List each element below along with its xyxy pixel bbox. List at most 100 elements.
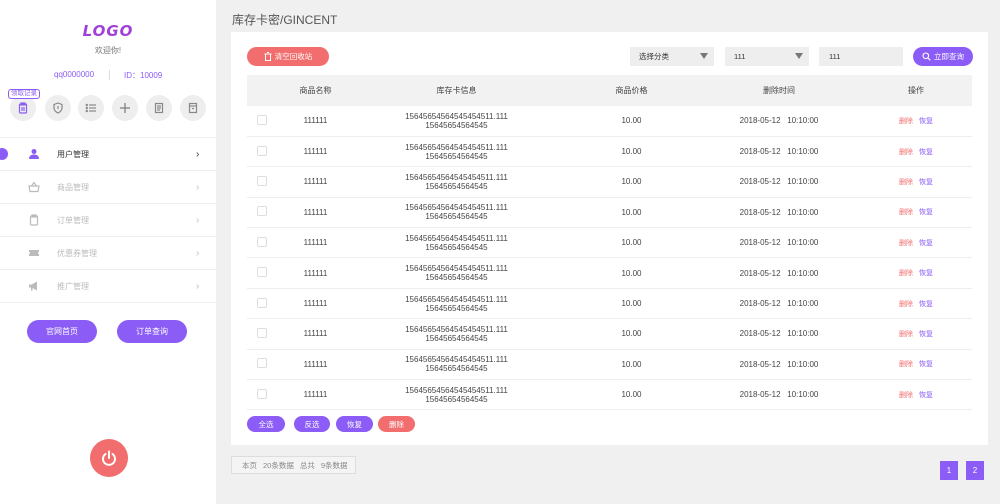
card-info: 15645654564545454511.111 15645654564545: [348, 106, 565, 136]
row-checkbox-cell: [247, 349, 283, 379]
row-delete-link[interactable]: 删除: [899, 331, 913, 338]
row-checkbox[interactable]: [257, 358, 267, 369]
row-checkbox[interactable]: [257, 175, 267, 186]
quick-icon-row: 领取记录: [8, 89, 208, 121]
row-recover-link[interactable]: 恢复: [919, 118, 933, 125]
row-actions: 删除 恢复: [860, 258, 972, 288]
page-button-2[interactable]: 2: [966, 461, 984, 480]
row-checkbox-cell: [247, 228, 283, 258]
table-row: 111111 15645654564545454511.111 1564565456…: [247, 167, 972, 198]
card-info-line: 15645654564545: [425, 151, 488, 161]
delete-time: 2018-05-12 10:10:00: [739, 268, 819, 278]
table-row: 111111 15645654564545454511.111 1564565456…: [247, 319, 972, 350]
row-recover-link[interactable]: 恢复: [919, 209, 933, 216]
row-delete-link[interactable]: 删除: [899, 392, 913, 399]
record-badge[interactable]: 领取记录: [8, 89, 40, 99]
category-select[interactable]: 选择分类: [630, 47, 714, 66]
row-actions: 删除 恢复: [860, 349, 972, 379]
sidebar-item-users[interactable]: 用户管理 ›: [0, 138, 216, 171]
quick-shield-button[interactable]: [45, 95, 71, 121]
quick-bookmark-button[interactable]: [180, 95, 206, 121]
home-button[interactable]: 官网首页: [27, 320, 97, 343]
row-delete-link[interactable]: 删除: [899, 149, 913, 156]
row-checkbox[interactable]: [257, 114, 267, 125]
row-delete-link[interactable]: 删除: [899, 240, 913, 247]
row-checkbox-cell: [247, 258, 283, 288]
secondary-select[interactable]: 111: [725, 47, 809, 66]
page-button-1[interactable]: 1: [940, 461, 958, 480]
page-title: 库存卡密/GINCENT: [232, 13, 338, 27]
invert-selection-button[interactable]: 反选: [294, 416, 330, 432]
row-checkbox[interactable]: [257, 206, 267, 217]
delete-time: 2018-05-12 10:10:00: [739, 238, 819, 248]
page-info: 本页 20条数据 总共 9条数据: [231, 456, 356, 474]
row-recover-link[interactable]: 恢复: [919, 301, 933, 308]
table-row: 111111 15645654564545454511.111 1564565456…: [247, 197, 972, 228]
column-header: 删除时间: [763, 86, 795, 95]
card-info-line: 15645654564545454511.111: [405, 324, 508, 334]
sidebar-item-products[interactable]: 商品管理 ›: [0, 171, 216, 204]
chevron-right-icon: ›: [196, 247, 200, 259]
row-delete-link[interactable]: 删除: [899, 301, 913, 308]
product-name: 111111: [303, 359, 328, 369]
row-recover-link[interactable]: 恢复: [919, 270, 933, 277]
total-label: 总共: [299, 460, 315, 470]
clear-recycle-bin-button[interactable]: 清空回收站: [247, 47, 329, 66]
product-price: 10.00: [621, 147, 642, 157]
logo[interactable]: LOGO: [0, 22, 216, 40]
row-delete-link[interactable]: 删除: [899, 209, 913, 216]
row-delete-link[interactable]: 删除: [899, 179, 913, 186]
row-delete-link[interactable]: 删除: [899, 270, 913, 277]
product-price: 10.00: [621, 329, 642, 339]
row-delete-link[interactable]: 删除: [899, 361, 913, 368]
logout-button[interactable]: [90, 439, 128, 477]
select-all-button[interactable]: 全选: [247, 416, 285, 432]
shield-icon: [53, 102, 63, 114]
username: qq0000000: [54, 70, 95, 79]
product-name: 111111: [303, 299, 328, 309]
product-name: 111111: [303, 329, 328, 339]
row-actions: 删除 恢复: [860, 319, 972, 349]
row-recover-link[interactable]: 恢复: [919, 149, 933, 156]
table-row: 111111 15645654564545454511.111 1564565456…: [247, 349, 972, 380]
row-checkbox[interactable]: [257, 327, 267, 338]
delete-button[interactable]: 删除: [378, 416, 415, 432]
row-checkbox[interactable]: [257, 297, 267, 308]
card-info: 15645654564545454511.111 15645654564545: [348, 136, 565, 166]
sidebar: LOGO 欢迎你! qq0000000 ID：10009 领取记录 用户管理 ›…: [0, 0, 216, 504]
recover-button[interactable]: 恢复: [336, 416, 373, 432]
quick-list-button[interactable]: [78, 95, 104, 121]
card-info-line: 15645654564545454511.111: [405, 111, 508, 121]
row-recover-link[interactable]: 恢复: [919, 240, 933, 247]
row-delete-link[interactable]: 删除: [899, 118, 913, 125]
secondary-select-value: 111: [734, 52, 746, 61]
sidebar-item-promotion[interactable]: 推广管理 ›: [0, 270, 216, 303]
chevron-right-icon: ›: [196, 280, 200, 292]
chevron-right-icon: ›: [196, 181, 200, 193]
card-info-line: 15645654564545: [425, 212, 488, 222]
row-recover-link[interactable]: 恢复: [919, 392, 933, 399]
product-name: 111111: [303, 207, 328, 217]
table-row: 111111 15645654564545454511.111 1564565456…: [247, 228, 972, 258]
row-recover-link[interactable]: 恢复: [919, 179, 933, 186]
search-input[interactable]: 111: [819, 47, 903, 66]
order-query-button[interactable]: 订单查询: [117, 320, 187, 343]
sidebar-menu: 用户管理 › 商品管理 › 订单管理 › 优惠券管理 › 推广管理 ›: [0, 137, 216, 303]
quick-add-button[interactable]: [112, 95, 138, 121]
row-checkbox-cell: [247, 167, 283, 197]
row-checkbox[interactable]: [257, 267, 267, 278]
sidebar-item-coupons[interactable]: 优惠券管理 ›: [0, 237, 216, 270]
clear-recycle-label: 清空回收站: [274, 52, 313, 61]
row-checkbox[interactable]: [257, 236, 267, 247]
row-checkbox[interactable]: [257, 388, 267, 399]
row-recover-link[interactable]: 恢复: [919, 331, 933, 338]
product-price: 10.00: [621, 390, 642, 400]
sidebar-item-orders[interactable]: 订单管理 ›: [0, 204, 216, 237]
row-checkbox[interactable]: [257, 145, 267, 156]
search-button[interactable]: 立即查询: [913, 47, 973, 66]
quick-document-button[interactable]: [146, 95, 172, 121]
row-recover-link[interactable]: 恢复: [919, 361, 933, 368]
row-actions: 删除 恢复: [860, 136, 972, 166]
row-checkbox-cell: [247, 319, 283, 349]
product-name: 111111: [303, 238, 328, 248]
